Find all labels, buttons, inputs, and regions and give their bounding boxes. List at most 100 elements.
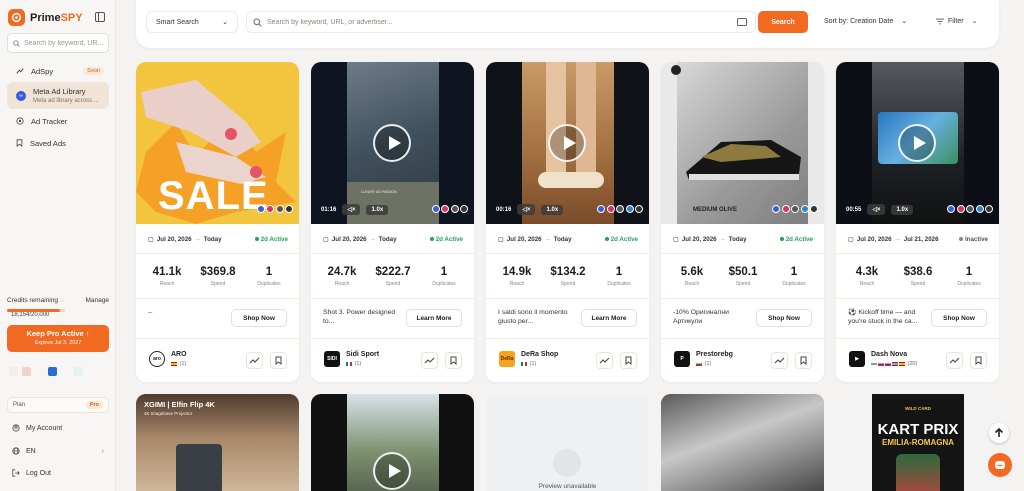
- ad-creative[interactable]: SALE: [136, 62, 299, 224]
- bookmark-icon: [275, 356, 282, 366]
- collapse-sidebar-icon[interactable]: [95, 12, 105, 22]
- ad-card[interactable]: WILD CARD KART PRIX EMILIA-ROMAGNA: [836, 394, 999, 491]
- search-button[interactable]: Search: [758, 11, 808, 33]
- ad-card[interactable]: SALE ▢ Jul 20, 2026 → Today 2d Active 41.1…: [136, 62, 299, 382]
- ad-card[interactable]: XGIMI | Elfin Flip 4K 4K Imagebase Proje…: [136, 394, 299, 491]
- sidebar-item-sublabel: Meta ad library across ...: [33, 98, 99, 104]
- date-range: ▢ Jul 20, 2026 → Today 2d Active: [148, 236, 288, 243]
- messenger-icon: [275, 205, 284, 213]
- trend-button[interactable]: [946, 352, 963, 369]
- spend-value: $50.1: [728, 266, 758, 278]
- duplicates-value: 1: [265, 266, 273, 278]
- play-button[interactable]: [373, 124, 411, 162]
- soon-badge: Soon: [83, 67, 104, 75]
- trend-button[interactable]: [596, 352, 613, 369]
- advertiser[interactable]: DeRa DeRa Shop (1): [499, 351, 558, 367]
- video-duration: 00:16: [496, 206, 512, 213]
- chevron-down-icon: ⌄: [222, 19, 228, 26]
- audience-network-icon: [635, 205, 643, 213]
- image-search-icon[interactable]: [737, 18, 747, 26]
- play-button[interactable]: [898, 124, 936, 162]
- sidebar-item-adspy[interactable]: AdSpy Soon: [7, 64, 109, 78]
- brand-logo[interactable]: PrimeSPY: [8, 9, 83, 26]
- ad-card[interactable]: Preview unavailable: [486, 394, 649, 491]
- advertiser[interactable]: P Prestorebg (1): [674, 351, 733, 367]
- swatch[interactable]: [61, 367, 70, 376]
- facebook-icon: [947, 205, 955, 213]
- ad-card[interactable]: [661, 394, 824, 491]
- playback-speed[interactable]: 1.0x: [366, 204, 389, 215]
- main-search-input[interactable]: [267, 18, 727, 26]
- ad-creative[interactable]: 00:16 ◁× 1.0x: [486, 62, 649, 224]
- manage-link[interactable]: Manage: [86, 297, 110, 304]
- advertiser[interactable]: ▶ Dash Nova (20): [849, 351, 917, 367]
- save-button[interactable]: [270, 352, 287, 369]
- sidebar-search[interactable]: [7, 33, 109, 53]
- advertiser[interactable]: aro ARO (1): [149, 351, 187, 367]
- globe-icon: [12, 447, 20, 455]
- advertiser-name: ARO: [171, 351, 187, 358]
- mute-icon[interactable]: ◁×: [867, 204, 886, 215]
- status-badge: 2d Active: [779, 236, 813, 243]
- play-button[interactable]: [548, 124, 586, 162]
- keep-pro-active-button[interactable]: Keep Pro Active ↑ Expires Jul 3, 2027: [7, 325, 109, 352]
- ad-creative[interactable]: MEDIUM OLIVE: [661, 62, 824, 224]
- scroll-to-top-button[interactable]: [989, 423, 1009, 443]
- sidebar-search-input[interactable]: [24, 39, 104, 47]
- cta-button[interactable]: Shop Now: [756, 309, 812, 327]
- ad-stats: 41.1k Reach $369.8 Spend 1 Duplicates: [142, 266, 294, 287]
- smart-search-dropdown[interactable]: Smart Search ⌄: [146, 11, 238, 33]
- save-button[interactable]: [620, 352, 637, 369]
- swatch[interactable]: [9, 367, 18, 376]
- ad-card[interactable]: MEDIUM OLIVE ▢ Jul 20, 2026 → Today 2d Act…: [661, 62, 824, 382]
- language-selector[interactable]: EN ›: [12, 447, 104, 455]
- playback-speed[interactable]: 1.0x: [541, 204, 564, 215]
- trend-button[interactable]: [421, 352, 438, 369]
- ad-card[interactable]: LUXURY AS PASSION 01:16 ◁× 1.0x ▢ Jul 20…: [311, 62, 474, 382]
- platform-icons: [431, 205, 468, 213]
- swatch[interactable]: [22, 367, 31, 376]
- cta-button[interactable]: Learn More: [406, 309, 462, 327]
- trend-button[interactable]: [246, 352, 263, 369]
- support-chat-button[interactable]: [988, 453, 1012, 477]
- mute-icon[interactable]: ◁×: [517, 204, 536, 215]
- sidebar-item-ad-tracker[interactable]: Ad Tracker: [7, 115, 109, 127]
- logout-label: Log Out: [26, 469, 51, 477]
- sort-dropdown[interactable]: Sort by: Creation Date ⌄: [824, 17, 907, 25]
- ad-card[interactable]: 00:55 ◁× 1.0x ▢ Jul 20, 2026 → Jul 21, 202…: [836, 62, 999, 382]
- advertiser[interactable]: SIDI Sidi Sport (1): [324, 351, 379, 367]
- save-button[interactable]: [445, 352, 462, 369]
- cta-button[interactable]: Learn More: [581, 309, 637, 327]
- logout-link[interactable]: Log Out: [12, 469, 104, 477]
- swatch[interactable]: [48, 367, 57, 376]
- swatch[interactable]: [74, 367, 83, 376]
- ad-creative[interactable]: [661, 394, 824, 491]
- playback-speed[interactable]: 1.0x: [891, 204, 914, 215]
- sale-text: SALE: [158, 174, 269, 218]
- trend-button[interactable]: [771, 352, 788, 369]
- threads-icon: [625, 205, 634, 213]
- ad-creative[interactable]: 00:55 ◁× 1.0x: [836, 62, 999, 224]
- sidebar-item-saved-ads[interactable]: Saved Ads: [7, 137, 109, 149]
- ad-creative[interactable]: LUXURY AS PASSION 01:16 ◁× 1.0x: [311, 62, 474, 224]
- play-button[interactable]: [373, 452, 411, 490]
- cta-button[interactable]: Shop Now: [231, 309, 287, 327]
- ad-card[interactable]: [311, 394, 474, 491]
- main-search[interactable]: [246, 11, 756, 33]
- instagram-icon: [956, 205, 965, 213]
- instagram-icon: [266, 205, 274, 213]
- sidebar-item-meta-ad-library[interactable]: ∞ Meta Ad Library Meta ad library across…: [7, 82, 109, 109]
- chevron-right-icon: ›: [101, 447, 104, 455]
- filter-button[interactable]: Filter ⌄: [936, 17, 977, 25]
- mute-icon[interactable]: ◁×: [342, 204, 361, 215]
- ad-overlay-text: XGIMI | Elfin Flip 4K: [144, 400, 215, 409]
- save-button[interactable]: [970, 352, 987, 369]
- ad-overlay-text: MEDIUM OLIVE: [693, 207, 738, 213]
- save-button[interactable]: [795, 352, 812, 369]
- swatch[interactable]: [35, 367, 44, 376]
- advertiser-name: Prestorebg: [696, 351, 733, 358]
- my-account-link[interactable]: My Account: [12, 424, 104, 432]
- ad-card[interactable]: 00:16 ◁× 1.0x ▢ Jul 20, 2026 → Today 2d Ac…: [486, 62, 649, 382]
- bookmark-icon: [16, 139, 23, 147]
- cta-button[interactable]: Shop Now: [931, 309, 987, 327]
